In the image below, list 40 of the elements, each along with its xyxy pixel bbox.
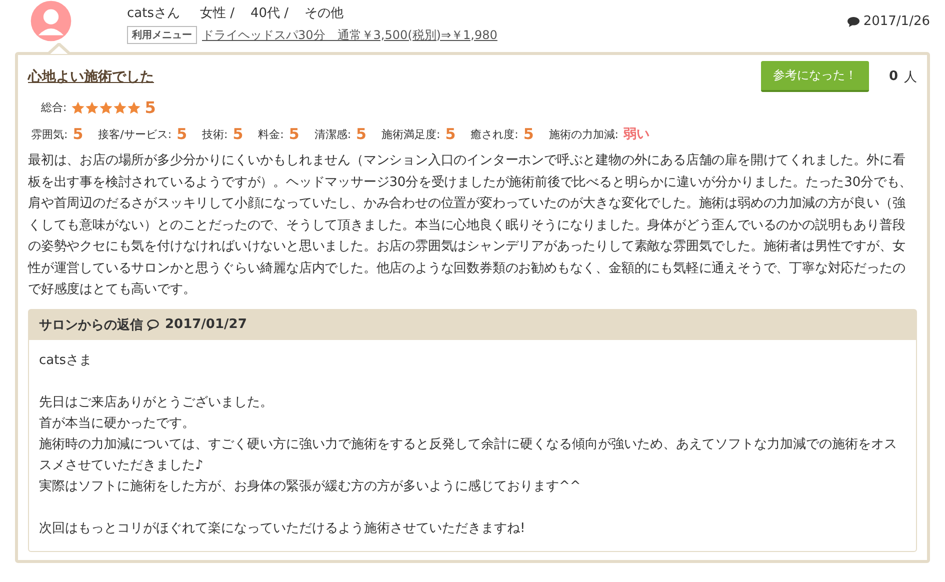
rating-label: 施術の力加減: xyxy=(548,126,619,142)
rating-label: 技術: xyxy=(202,126,228,142)
comment-icon xyxy=(847,16,860,28)
rating-value: 弱い xyxy=(624,126,650,143)
comment-icon xyxy=(147,318,161,330)
reviewer-name: catsさん xyxy=(127,5,180,22)
reviewer-other: その他 xyxy=(304,5,344,22)
rating-score: 5 xyxy=(176,125,188,143)
rating-score: 5 xyxy=(445,125,456,143)
rating-score: 5 xyxy=(356,125,366,143)
rating-label: 施術満足度: xyxy=(381,126,440,142)
reviewer-age: 40代 / xyxy=(250,5,289,22)
rating-score: 5 xyxy=(232,125,244,143)
reply-text: 実際はソフトに施術をした方が、お身体の緊張が緩む方の方が多いように感じております^^ xyxy=(39,478,582,496)
rating-score: 5 xyxy=(288,125,300,143)
overall-label: 総合: xyxy=(41,100,67,115)
reply-title: サロンからの返信 xyxy=(39,316,143,334)
rating-label: 接客/サービス: xyxy=(98,126,172,142)
review-text: 最初は、お店の場所が多少分かりにくいかもしれません（マンション入口のインターホンで呼ぶと建物の外にある店舗の扉を開けてくれました。外に看板を出す事を検討されているようですが）。ヘッドマッサージ30分を受けましたが施術前後で比べると明らかに違いが分かりました。たった30分でも、肩や首周辺のだるさがスッキリして小顔になっていたし、かみ合わせの位置が変わっていたのが大きな変化でした。施術は弱めの力加減の方が良い（強くしても意味がない）とのことだったので、そうして頂きました。本当に心地良く眠りそうになりました。身体がどう歪んでいるのかの説明もあり普段の姿勢やクセにも気を付けなければいけないと思いました。お店の雰囲気はシャンデリアがあったりして素敵な雰囲気でした。施術者は男性ですが、女性が運営しているサロンかと思うぐらい綺麗な店内でした。他店のような回数券類のお勧めもなく、金額的にも気軽に通えそうで、丁寧な対応だったので好感度はとても高いです。 xyxy=(28,152,914,299)
reply-text: 次回はもっとコリがほぐれて楽になっていただけるよう施術させていただきますね! xyxy=(39,520,526,538)
review-date: 2017/1/26 xyxy=(863,14,930,29)
reviewer-gender: 女性 / xyxy=(200,5,234,22)
reply-text: 施術時の力加減については、すごく硬い方に強い力で施術をすると反発して余計に硬くなる傾向が強いため、あえてソフトな力加減での施術をオススメさせていただきました♪ xyxy=(39,436,898,474)
menu-tag: 利用メニュー xyxy=(127,26,197,44)
rating-label: 清潔感: xyxy=(314,126,352,142)
reply-text: catsさま xyxy=(39,352,93,370)
avatar-icon xyxy=(30,0,72,42)
review-title[interactable]: 心地よい施術でした xyxy=(28,68,761,86)
helpful-count: 0 xyxy=(888,69,898,84)
rating-label: 雰囲気: xyxy=(31,126,68,142)
menu-link[interactable]: ドライヘッドスパ30分 通常￥3,500(税別)⇒￥1,980 xyxy=(202,26,498,44)
rating-label: 癒され度: xyxy=(470,126,518,142)
reply-date: 2017/01/27 xyxy=(165,317,247,332)
reply-text: 首が本当に硬かったです。 xyxy=(39,414,196,432)
helpful-unit: 人 xyxy=(904,68,917,86)
rating-label: 料金: xyxy=(258,126,284,142)
overall-score: 5 xyxy=(144,98,156,117)
reply-text: 先日はご来店ありがとうございました。 xyxy=(39,394,274,412)
rating-score: 5 xyxy=(523,125,534,143)
rating-score: 5 xyxy=(72,125,84,143)
